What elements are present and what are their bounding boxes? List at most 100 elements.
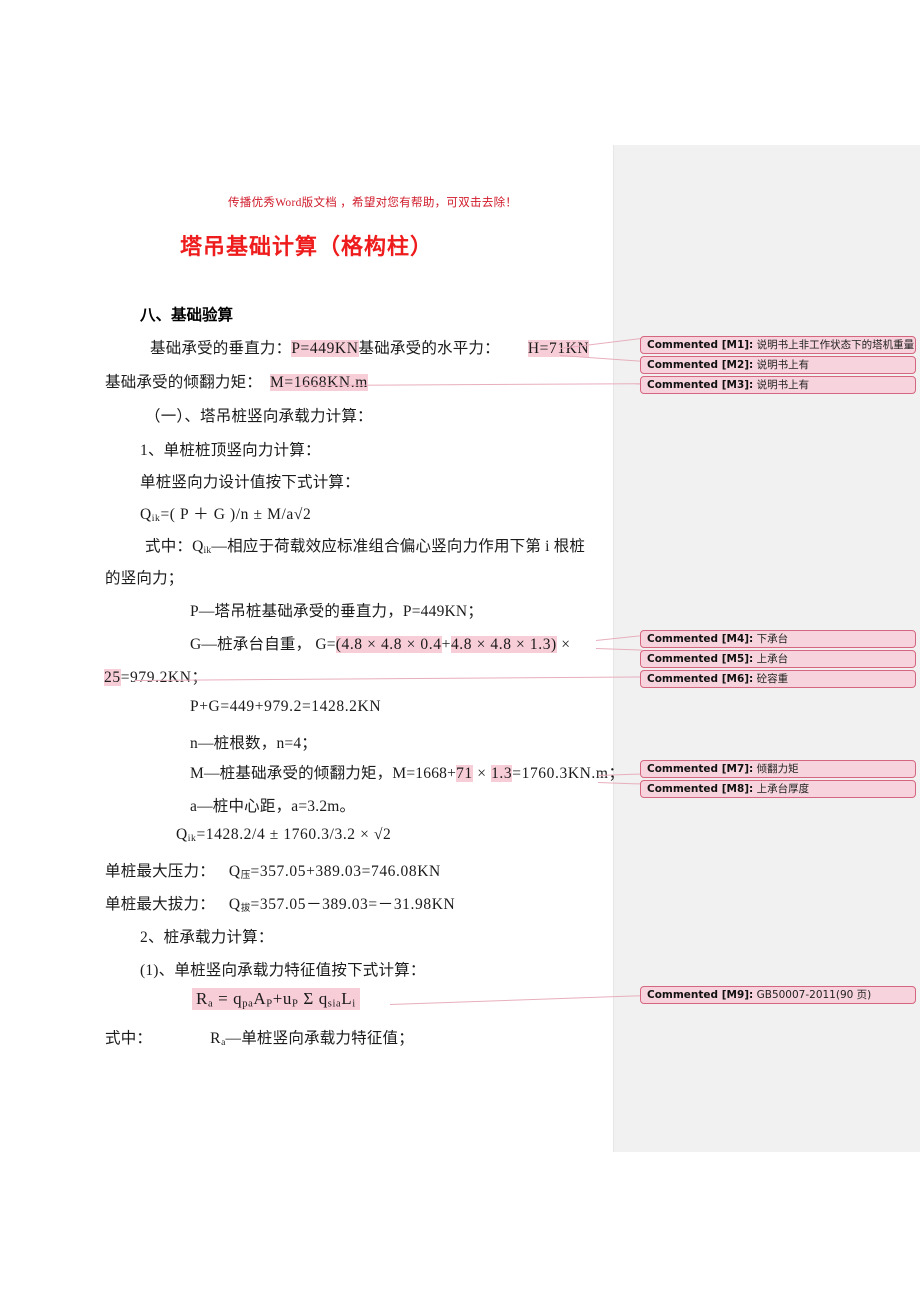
comment-text-m8: 上承台厚度 [756, 783, 810, 795]
comment-text-m3: 说明书上有 [756, 379, 810, 391]
formula-Ap-symbol: A [253, 989, 267, 1008]
section-heading: 八、基础验算 [140, 306, 234, 324]
highlight-H-value: H=71KN [527, 340, 590, 357]
text-line-definition-Ra: 式中： Ra—单桩竖向承载力特征值； [105, 1026, 414, 1048]
text-line-item-2: 2、桩承载力计算： [140, 929, 274, 946]
text-line-vertical-force: 基础承受的垂直力：P=449KN基础承受的水平力： H=71KN [150, 336, 590, 358]
definition-Ra-text: —单桩竖向承载力特征值； [225, 1030, 414, 1047]
comment-text-m4: 下承台 [756, 633, 789, 645]
formula-qik-sqrt: √2 [293, 506, 312, 523]
comment-id-m1: Commented [M1]: [647, 339, 754, 351]
operator-times: × [556, 636, 571, 653]
text-line-max-compression: 单桩最大压力： Q压=357.05+389.03=746.08KN [105, 859, 441, 881]
text-line-definition-P: P—塔吊桩基础承受的垂直力，P=449KN； [190, 603, 484, 620]
definition-M-result: =1760.3KN.m； [512, 765, 625, 782]
highlight-H-in-moment: 71 [456, 765, 473, 782]
operator-plus: + [441, 636, 451, 653]
text-line-definition-n: n—桩根数，n=4； [190, 735, 317, 752]
comment-box-m8[interactable]: Commented [M8]: 上承台厚度 [640, 780, 916, 798]
operator-times-2: × [472, 765, 492, 782]
label-horizontal-force: 基础承受的水平力： [358, 340, 500, 357]
comment-text-m5: 上承台 [756, 653, 789, 665]
text-line-definition-qik: 式中：Qik—相应于荷载效应标准组合偏心竖向力作用下第 i 根桩 [145, 534, 585, 556]
label-overturning-moment: 基础承受的倾翻力矩： [105, 374, 263, 391]
symbol-Q-uplift: Q [228, 896, 241, 913]
comment-id-m4: Commented [M4]: [647, 633, 754, 645]
label-max-compression: 单桩最大压力： [105, 863, 215, 880]
label-max-uplift: 单桩最大拔力： [105, 896, 215, 913]
comment-id-m5: Commented [M5]: [647, 653, 754, 665]
highlight-lower-cap-volume: (4.8 × 4.8 × 0.4 [335, 636, 442, 653]
comment-box-m7[interactable]: Commented [M7]: 倾翻力矩 [640, 760, 916, 778]
value-max-uplift: =357.05－389.03=－31.98KN [250, 896, 456, 913]
highlight-upper-cap-volume: 4.8 × 4.8 × 1.3) [450, 636, 557, 653]
formula-qik-body: =( P ＋ G )/n ± M/a [160, 506, 294, 523]
comment-id-m9: Commented [M9]: [647, 989, 754, 1001]
formula-Li-subscript: i [352, 998, 356, 1010]
definition-G-prefix: G—桩承台自重， G= [190, 636, 336, 653]
comment-id-m7: Commented [M7]: [647, 763, 754, 775]
comment-box-m4[interactable]: Commented [M4]: 下承台 [640, 630, 916, 648]
document-body: 传播优秀Word版文档 ，希望对您有帮助，可双击去除！ 塔吊基础计算（格构柱） … [0, 0, 624, 1302]
text-line-G-result: 25=979.2KN； [104, 665, 208, 687]
comment-text-m9: GB50007-2011(90 页) [756, 989, 872, 1001]
formula-qpa-subscript: pa [242, 998, 254, 1010]
document-page: 传播优秀Word版文档 ，希望对您有帮助，可双击去除！ 塔吊基础计算（格构柱） … [0, 0, 920, 1302]
formula-qsia-subscript: sia [327, 998, 342, 1010]
comment-id-m3: Commented [M3]: [647, 379, 754, 391]
subscript-uplift: 拔 [240, 903, 251, 915]
comment-box-m2[interactable]: Commented [M2]: 说明书上有 [640, 356, 916, 374]
definition-qik-text: —相应于荷载效应标准组合偏心竖向力作用下第 i 根桩 [211, 538, 586, 555]
highlight-cap-thickness: 1.3 [491, 765, 513, 782]
formula-qik-evaluated: Qik=1428.2/4 ± 1760.3/3.2 × √2 [176, 826, 391, 844]
comment-text-m2: 说明书上有 [756, 359, 810, 371]
text-line-P-plus-G: P+G=449+979.2=1428.2KN [190, 698, 382, 715]
highlight-concrete-density: 25 [104, 669, 121, 686]
definition-qik-prefix: 式中：Q [145, 538, 204, 555]
comment-box-m1[interactable]: Commented [M1]: 说明书上非工作状态下的塔机重量 [640, 336, 916, 354]
formula-sigma: Σ q [298, 989, 328, 1008]
text-line-design-value: 单桩竖向力设计值按下式计算： [140, 474, 360, 491]
watermark-text: 传播优秀Word版文档 ，希望对您有帮助，可双击去除！ [228, 197, 518, 209]
formula-Ra: Ra = qpaAP+uP Σ qsiaLi [192, 988, 360, 1011]
text-line-overturning-moment: 基础承受的倾翻力矩： M=1668KN.m [105, 370, 368, 392]
value-max-compression: =357.05+389.03=746.08KN [250, 863, 441, 880]
definition-Ra-prefix: 式中： [105, 1030, 153, 1047]
text-line-subsection-1: （一）、塔吊桩竖向承载力计算： [145, 408, 373, 425]
definition-Ra-symbol: R [210, 1030, 222, 1047]
comment-box-m3[interactable]: Commented [M3]: 说明书上有 [640, 376, 916, 394]
subscript-compression: 压 [240, 870, 251, 882]
formula-up-symbol: +u [272, 989, 293, 1008]
label-vertical-force: 基础承受的垂直力： [150, 340, 292, 357]
formula-qik2-symbol: Q [176, 826, 188, 843]
text-line-definition-M: M—桩基础承受的倾翻力矩，M=1668+71 × 1.3=1760.3KN.m； [190, 761, 625, 783]
formula-qik2-body: =1428.2/4 ± 1760.3/3.2 × [196, 826, 374, 843]
comment-text-m7: 倾翻力矩 [756, 763, 799, 775]
comment-box-m6[interactable]: Commented [M6]: 砼容重 [640, 670, 916, 688]
text-line-definition-qik-cont: 的竖向力； [105, 570, 184, 587]
formula-qik: Qik=( P ＋ G )/n ± M/a√2 [140, 502, 311, 524]
formula-Li-symbol: L [341, 989, 353, 1008]
highlight-P-value: P=449KN [291, 340, 359, 357]
comment-id-m2: Commented [M2]: [647, 359, 754, 371]
comment-box-m5[interactable]: Commented [M5]: 上承台 [640, 650, 916, 668]
text-line-item-1: 1、单桩桩顶竖向力计算： [140, 442, 321, 459]
formula-Ra-eq: = q [213, 989, 243, 1008]
formula-qik2-sqrt: √2 [373, 826, 392, 843]
comment-box-m9[interactable]: Commented [M9]: GB50007-2011(90 页) [640, 986, 916, 1004]
page-title: 塔吊基础计算（格构柱） [179, 235, 433, 260]
text-line-subitem-1: (1)、单桩竖向承载力特征值按下式计算： [140, 962, 426, 979]
comment-text-m1: 说明书上非工作状态下的塔机重量 [756, 339, 915, 351]
comment-id-m6: Commented [M6]: [647, 673, 754, 685]
text-line-definition-G: G—桩承台自重， G=(4.8 × 4.8 × 0.4+4.8 × 4.8 × … [190, 632, 571, 654]
symbol-Q-compression: Q [228, 863, 241, 880]
highlight-M-value: M=1668KN.m [270, 374, 368, 391]
formula-Ra-symbol: R [196, 989, 208, 1008]
comment-id-m8: Commented [M8]: [647, 783, 754, 795]
comment-text-m6: 砼容重 [756, 673, 789, 685]
definition-M-prefix: M—桩基础承受的倾翻力矩，M=1668+ [190, 765, 457, 782]
G-result-value: =979.2KN； [120, 669, 208, 686]
text-line-definition-a: a—桩中心距，a=3.2m。 [190, 798, 356, 815]
text-line-max-uplift: 单桩最大拔力： Q拔=357.05－389.03=－31.98KN [105, 892, 455, 914]
formula-qik-symbol: Q [140, 506, 152, 523]
